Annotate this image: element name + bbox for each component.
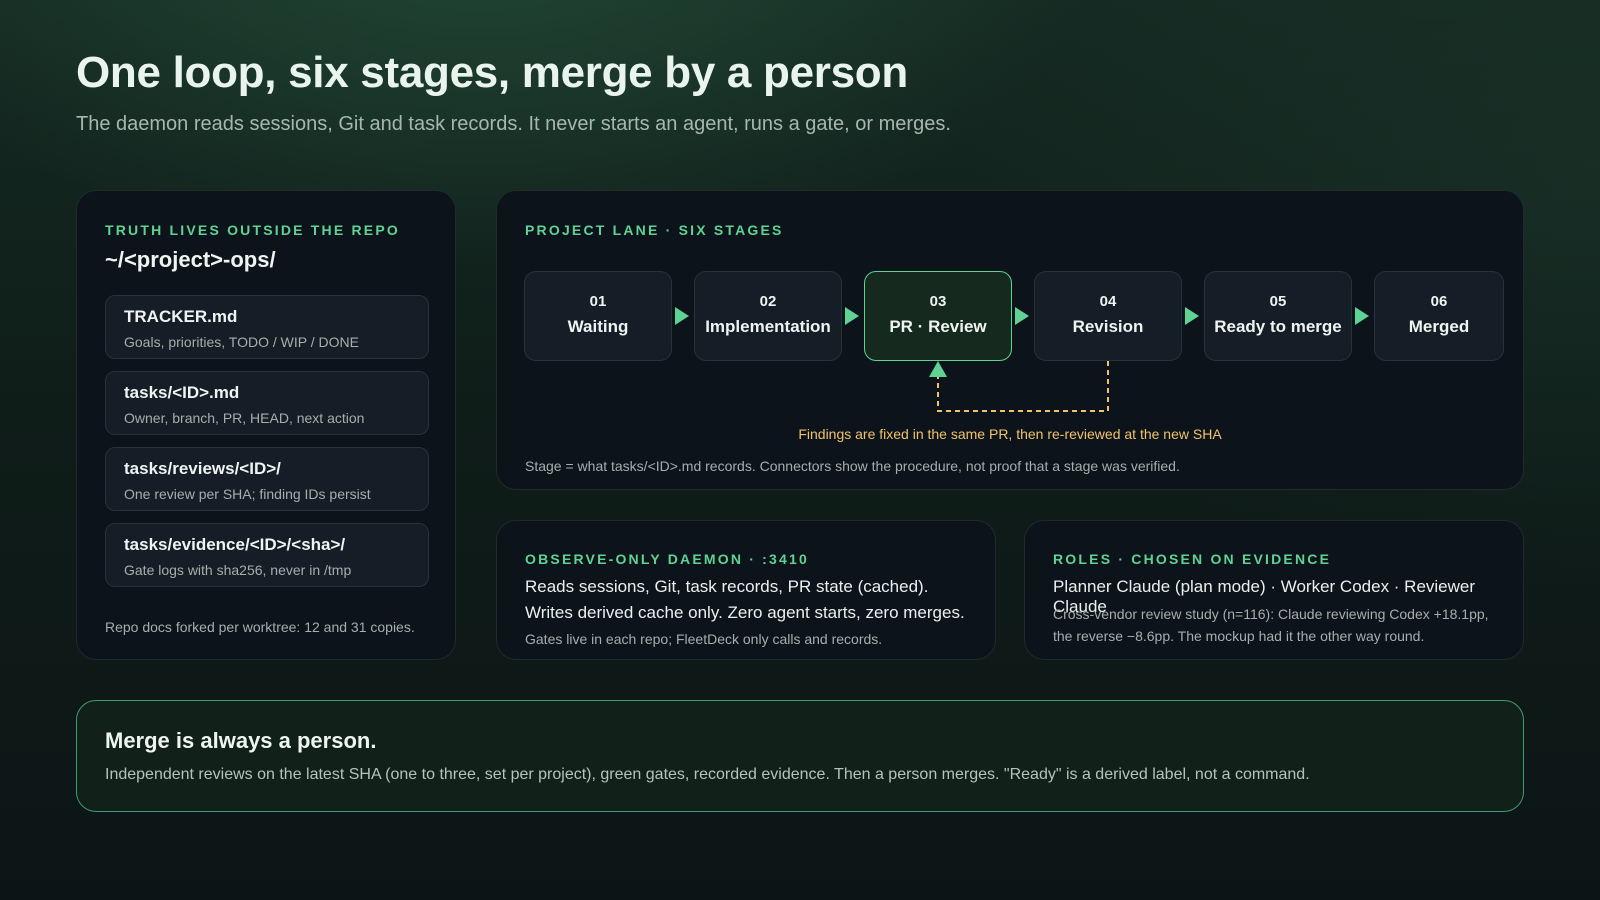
file-name: tasks/evidence/<ID>/<sha>/ (124, 535, 346, 554)
merge-text: Independent reviews on the latest SHA (o… (105, 766, 1310, 783)
file-card-evidence: tasks/evidence/<ID>/<sha>/ Gate logs wit… (105, 523, 429, 587)
file-desc: Gate logs with sha256, never in /tmp (124, 562, 352, 578)
file-desc: Owner, branch, PR, HEAD, next action (124, 410, 365, 426)
loop-dashed-path (937, 361, 1109, 412)
roles-note-1: Cross-vendor review study (n=116): Claud… (1053, 606, 1489, 622)
roles-note-2: the reverse −8.6pp. The mockup had it th… (1053, 628, 1425, 644)
truth-note: Repo docs forked per worktree: 12 and 31… (105, 619, 415, 635)
lane-footnote: Stage = what tasks/<ID>.md records. Conn… (525, 458, 1180, 474)
file-name: tasks/reviews/<ID>/ (124, 459, 281, 478)
ops-path: ~/<project>-ops/ (105, 247, 276, 272)
file-card-tracker: TRACKER.md Goals, priorities, TODO / WIP… (105, 295, 429, 359)
file-desc: One review per SHA; finding IDs persist (124, 486, 371, 502)
file-card-task: tasks/<ID>.md Owner, branch, PR, HEAD, n… (105, 371, 429, 435)
file-desc: Goals, priorities, TODO / WIP / DONE (124, 334, 359, 350)
truth-panel: TRUTH LIVES OUTSIDE THE REPO ~/<project>… (76, 190, 456, 660)
loop-arrowhead-icon (929, 361, 947, 377)
loop-note: Findings are fixed in the same PR, then … (798, 426, 1222, 442)
merge-title: Merge is always a person. (105, 728, 377, 753)
daemon-note: Gates live in each repo; FleetDeck only … (525, 631, 883, 647)
page-subtitle: The daemon reads sessions, Git and task … (76, 113, 951, 135)
roles-eyebrow: ROLES · CHOSEN ON EVIDENCE (1053, 551, 1332, 567)
daemon-panel: OBSERVE-ONLY DAEMON · :3410 Reads sessio… (496, 520, 996, 660)
file-name: TRACKER.md (124, 307, 238, 326)
page-title: One loop, six stages, merge by a person (76, 48, 908, 97)
merge-callout: Merge is always a person. Independent re… (76, 700, 1524, 812)
review-loop-connector (929, 361, 1109, 412)
daemon-line-2: Writes derived cache only. Zero agent st… (525, 603, 965, 622)
project-lane-panel: PROJECT LANE · SIX STAGES 01 Waiting 02 … (496, 190, 1524, 490)
roles-panel: ROLES · CHOSEN ON EVIDENCE Planner Claud… (1024, 520, 1524, 660)
daemon-eyebrow: OBSERVE-ONLY DAEMON · :3410 (525, 551, 809, 567)
file-name: tasks/<ID>.md (124, 383, 240, 402)
file-card-reviews: tasks/reviews/<ID>/ One review per SHA; … (105, 447, 429, 511)
daemon-line-1: Reads sessions, Git, task records, PR st… (525, 577, 929, 596)
truth-eyebrow: TRUTH LIVES OUTSIDE THE REPO (105, 222, 400, 238)
